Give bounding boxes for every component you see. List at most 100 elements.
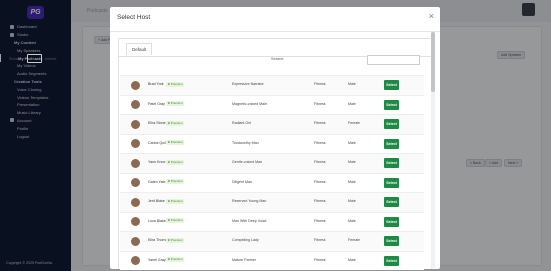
host-description: Expressive Narrator (232, 82, 264, 86)
select-button[interactable]: Select (384, 158, 399, 168)
host-description: Compelling Lady (232, 238, 259, 242)
host-category: Fitness (314, 179, 326, 184)
table-row: Elira Stone ♛Premium Radiant Girl Fitness Fe… (120, 114, 424, 134)
avatar (131, 100, 140, 109)
premium-badge: ♛Premium (166, 81, 185, 87)
select-button[interactable]: Select (384, 99, 399, 110)
entries-select[interactable]: 10 ▾ (27, 54, 42, 63)
search-label: Search: (271, 57, 285, 61)
table-row: Brad York ♛Premium Expressive Narrator Fitn… (120, 75, 424, 95)
premium-badge-label: Premium (170, 101, 183, 105)
host-name: Galen Yale (148, 179, 166, 184)
show-label: Show (9, 57, 19, 61)
table-row: Jerit Blake ♛Premium Reserved Young Man Fit… (120, 192, 424, 212)
select-button[interactable]: Select (384, 255, 399, 266)
host-name: Elira Stone (148, 121, 166, 125)
host-gender: Male (348, 257, 356, 262)
table-row: Patel Gray ♛Premium Magnetic-voiced Male Fi… (120, 94, 424, 114)
premium-badge-label: Premium (170, 81, 183, 86)
host-category: Fitness (314, 101, 326, 106)
modal-title: Select Host (117, 14, 151, 21)
table-row: Yann Knox ♛Premium Gentle-voiced Man Fitnes… (120, 153, 424, 173)
premium-badge-label: Premium (170, 179, 183, 183)
premium-badge-label: Premium (170, 257, 183, 261)
premium-badge: ♛Premium (166, 159, 185, 165)
host-category: Fitness (314, 121, 326, 125)
table-row: Carlos Quill ♛Premium Trustworthy Man Fitne… (120, 133, 424, 153)
select-button[interactable]: Select (384, 80, 399, 90)
premium-badge-label: Premium (170, 237, 183, 242)
select-button[interactable]: Select (384, 177, 399, 188)
host-gender: Male (348, 199, 356, 203)
host-description: Diligent Man (232, 179, 252, 184)
host-name: Luca Blake (148, 218, 166, 223)
premium-badge-label: Premium (170, 218, 183, 222)
premium-badge: ♛Premium (166, 179, 185, 184)
select-button[interactable]: Select (384, 119, 399, 129)
host-name: Yann Knox (148, 160, 166, 164)
tab-default[interactable]: Default (126, 43, 153, 55)
select-button[interactable]: Select (384, 216, 399, 227)
host-description: Mature Partner (232, 257, 256, 262)
host-gender: Male (348, 82, 356, 86)
premium-badge: ♛Premium (166, 257, 185, 262)
avatar (131, 217, 140, 226)
host-description: Trustworthy Man (232, 140, 259, 145)
table-row: Elira Thorne ♛Premium Compelling Lady Fitne… (120, 231, 424, 251)
table-row: Galen Yale ♛Premium Diligent Man Fitness Mal… (120, 172, 424, 192)
avatar (131, 236, 140, 246)
select-button[interactable]: Select (384, 236, 399, 246)
select-button[interactable]: Select (384, 138, 399, 149)
select-button[interactable]: Select (384, 197, 399, 207)
entries-select-value: 10 (30, 56, 35, 61)
premium-badge: ♛Premium (166, 237, 185, 243)
host-gender: Male (348, 218, 356, 223)
host-name: Elira Thorne (148, 238, 168, 242)
host-gender: Male (348, 140, 356, 145)
host-description: Radiant Girl (232, 121, 251, 125)
avatar (131, 139, 140, 148)
avatar (131, 80, 140, 90)
search-input[interactable] (367, 55, 420, 65)
premium-badge-label: Premium (170, 159, 183, 164)
avatar (131, 197, 140, 207)
table-row: Yanel Gray ♛Premium Mature Partner Fitness M… (120, 250, 424, 270)
host-name: Brad York (148, 82, 164, 86)
host-name: Patel Gray (148, 101, 165, 106)
avatar (131, 178, 140, 187)
host-gender: Male (348, 160, 356, 164)
host-gender: Male (348, 179, 356, 184)
premium-badge-label: Premium (170, 120, 183, 125)
host-name: Jerit Blake (148, 199, 165, 203)
host-category: Fitness (314, 199, 326, 203)
host-category: Fitness (314, 257, 326, 262)
entries-label: entries (45, 57, 57, 61)
host-category: Fitness (314, 140, 326, 145)
avatar (131, 256, 140, 265)
host-gender: Female (348, 121, 360, 125)
host-description: Reserved Young Man (232, 199, 267, 203)
host-gender: Female (348, 238, 360, 242)
premium-badge: ♛Premium (166, 218, 185, 223)
table-row: Luca Blake ♛Premium Man With Deep Voice Fit… (120, 211, 424, 231)
host-description: Gentle-voiced Man (232, 160, 263, 164)
avatar (131, 119, 140, 129)
chevron-down-icon: ▾ (36, 56, 38, 61)
close-icon[interactable]: × (429, 11, 434, 21)
premium-badge: ♛Premium (166, 198, 185, 204)
avatar (131, 158, 140, 168)
host-description: Man With Deep Voice (232, 218, 267, 223)
host-gender: Male (348, 101, 356, 106)
host-category: Fitness (314, 160, 326, 164)
modal-divider (110, 31, 440, 32)
premium-badge-label: Premium (170, 198, 183, 203)
host-name: Carlos Quill (148, 140, 167, 145)
host-category: Fitness (314, 218, 326, 223)
premium-badge: ♛Premium (166, 120, 185, 126)
host-category: Fitness (314, 238, 326, 242)
premium-badge-label: Premium (170, 140, 183, 144)
host-category: Fitness (314, 82, 326, 86)
modal-scrollbar-thumb[interactable] (431, 32, 435, 92)
host-description: Magnetic-voiced Male (232, 101, 267, 106)
premium-badge: ♛Premium (166, 101, 185, 106)
